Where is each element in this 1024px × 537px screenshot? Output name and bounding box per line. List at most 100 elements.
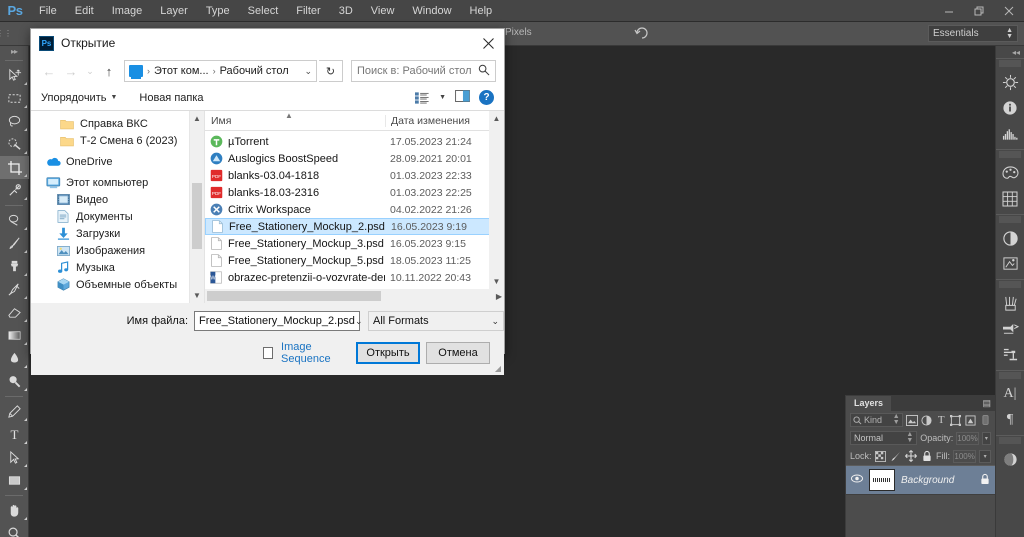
lock-transparent-pixels-icon[interactable] [875, 449, 887, 463]
swatches-icon[interactable] [996, 186, 1024, 212]
history-brush-tool[interactable] [0, 278, 29, 301]
adjustments-icon[interactable] [996, 69, 1024, 95]
chevron-down-icon[interactable]: ⌄ [304, 66, 312, 77]
restore-icon[interactable] [964, 0, 994, 22]
resize-grip-icon[interactable]: ◢ [495, 364, 501, 373]
filename-input[interactable]: Free_Stationery_Mockup_2.psd ⌄ [194, 311, 363, 331]
zoom-tool[interactable] [0, 522, 29, 537]
filter-toggle-icon[interactable] [979, 413, 991, 427]
scroll-right-icon[interactable]: ▶ [496, 292, 502, 301]
column-header-name[interactable]: Имя ▲ [205, 111, 385, 127]
tree-item-videos[interactable]: Видео [31, 191, 204, 208]
lasso-tool[interactable] [0, 110, 29, 133]
dodge-tool[interactable] [0, 370, 29, 393]
open-button[interactable]: Открыть [356, 342, 420, 364]
refresh-icon[interactable]: ↻ [319, 60, 343, 82]
breadcrumb-desktop[interactable]: Рабочий стол [220, 65, 289, 77]
column-header-date[interactable]: Дата изменения [385, 114, 504, 127]
histogram-icon[interactable] [996, 121, 1024, 147]
organize-button[interactable]: Упорядочить ▼ [41, 92, 117, 104]
forward-arrow-icon[interactable]: → [61, 60, 81, 82]
tree-item-this-pc[interactable]: Этот компьютер [31, 174, 204, 191]
address-bar[interactable]: › Этот ком... › Рабочий стол ⌄ [124, 60, 317, 82]
scrollbar-thumb[interactable] [192, 183, 202, 249]
recent-chevron-icon[interactable]: ⌄ [83, 60, 97, 82]
file-row-selected[interactable]: Free_Stationery_Mockup_2.psd 16.05.2023 … [205, 218, 504, 235]
menu-help[interactable]: Help [461, 0, 502, 22]
menu-3d[interactable]: 3D [330, 0, 362, 22]
new-folder-button[interactable]: Новая папка [139, 92, 203, 104]
menu-file[interactable]: File [30, 0, 66, 22]
file-format-select[interactable]: All Formats ⌄ [368, 311, 504, 331]
styles-icon[interactable] [996, 251, 1024, 277]
reset-arrow-icon[interactable] [634, 26, 650, 45]
rectangle-tool[interactable] [0, 469, 29, 492]
scroll-down-icon[interactable]: ▼ [489, 274, 504, 289]
lock-all-icon[interactable] [921, 449, 933, 463]
layer-name[interactable]: Background [901, 475, 954, 486]
rail-expand-icon[interactable]: ◂◂ [996, 46, 1024, 58]
blend-mode-select[interactable]: Normal ▲ ▼ [850, 431, 918, 445]
eraser-tool[interactable] [0, 301, 29, 324]
dialog-title-bar[interactable]: Ps Открытие [31, 29, 504, 57]
smart-object-filter-icon[interactable] [965, 413, 977, 427]
options-bar-grip-icon[interactable]: ⋮⋮ [0, 22, 12, 46]
minimize-icon[interactable] [934, 0, 964, 22]
fill-value[interactable]: 100% [953, 449, 977, 463]
tree-item-documents[interactable]: Документы [31, 208, 204, 225]
color-icon[interactable] [996, 160, 1024, 186]
tree-item-t2-smena-6[interactable]: Т-2 Смена 6 (2023) [31, 132, 204, 149]
scrollbar-thumb[interactable] [207, 291, 381, 301]
file-list-vertical-scrollbar[interactable]: ▲ ▼ [489, 111, 504, 289]
layer-visibility-icon[interactable] [851, 474, 863, 486]
layer-row-background[interactable]: Background [846, 465, 995, 495]
hand-tool[interactable] [0, 499, 29, 522]
spot-healing-brush-tool[interactable] [0, 209, 29, 232]
opacity-value[interactable]: 100% [956, 431, 979, 445]
type-filter-icon[interactable]: T [935, 413, 947, 427]
pen-tool[interactable] [0, 400, 29, 423]
crop-tool[interactable] [0, 156, 29, 179]
tree-item-music[interactable]: Музыка [31, 259, 204, 276]
image-sequence-label[interactable]: Image Sequence [281, 341, 348, 365]
search-input[interactable]: Поиск в: Рабочий стол [357, 65, 478, 77]
breadcrumb-this-pc[interactable]: Этот ком... [154, 65, 209, 77]
file-list-horizontal-scrollbar[interactable]: ▶ [205, 289, 504, 303]
back-arrow-icon[interactable]: ← [39, 60, 59, 82]
adjustment-filter-icon[interactable] [921, 413, 933, 427]
shape-filter-icon[interactable] [950, 413, 962, 427]
menu-view[interactable]: View [362, 0, 404, 22]
gradient-tool[interactable] [0, 324, 29, 347]
menu-layer[interactable]: Layer [151, 0, 197, 22]
file-row[interactable]: Citrix Workspace 04.02.2022 21:26 [205, 201, 504, 218]
tab-layers[interactable]: Layers [846, 396, 892, 411]
chevron-down-icon[interactable]: ⌄ [355, 316, 363, 327]
workspace-switcher[interactable]: Essentials ▲ ▼ [928, 25, 1018, 42]
adjustments-layer-icon[interactable] [996, 225, 1024, 251]
tree-item-onedrive[interactable]: OneDrive [31, 153, 204, 170]
image-sequence-checkbox[interactable] [263, 347, 274, 359]
character-icon[interactable]: A| [996, 381, 1024, 407]
search-box[interactable]: Поиск в: Рабочий стол [351, 60, 496, 82]
menu-select[interactable]: Select [239, 0, 288, 22]
close-icon[interactable] [994, 0, 1024, 22]
scroll-up-icon[interactable]: ▲ [190, 111, 204, 126]
scroll-down-icon[interactable]: ▼ [190, 288, 204, 303]
file-row[interactable]: PDF blanks-18.03-2316 01.03.2023 22:25 [205, 184, 504, 201]
panel-menu-icon[interactable]: ▤ [982, 396, 995, 411]
layer-filter-kind-select[interactable]: Kind ▲ ▼ [850, 413, 903, 427]
info-icon[interactable] [996, 95, 1024, 121]
up-arrow-icon[interactable]: ↑ [99, 60, 119, 82]
marquee-tool[interactable] [0, 87, 29, 110]
3d-icon[interactable] [996, 446, 1024, 472]
paragraph-icon[interactable]: ¶ [996, 407, 1024, 433]
tools-panel-grip-icon[interactable]: ▸▸ [0, 46, 28, 57]
opacity-slider-chevron-icon[interactable]: ▾ [981, 431, 991, 445]
cancel-button[interactable]: Отмена [426, 342, 490, 364]
brush-tool[interactable] [0, 232, 29, 255]
menu-filter[interactable]: Filter [287, 0, 329, 22]
scroll-up-icon[interactable]: ▲ [489, 111, 504, 126]
tree-item-spravka-vks[interactable]: Справка ВКС [31, 115, 204, 132]
pixel-filter-icon[interactable] [905, 413, 918, 427]
lock-position-icon[interactable] [905, 449, 918, 463]
